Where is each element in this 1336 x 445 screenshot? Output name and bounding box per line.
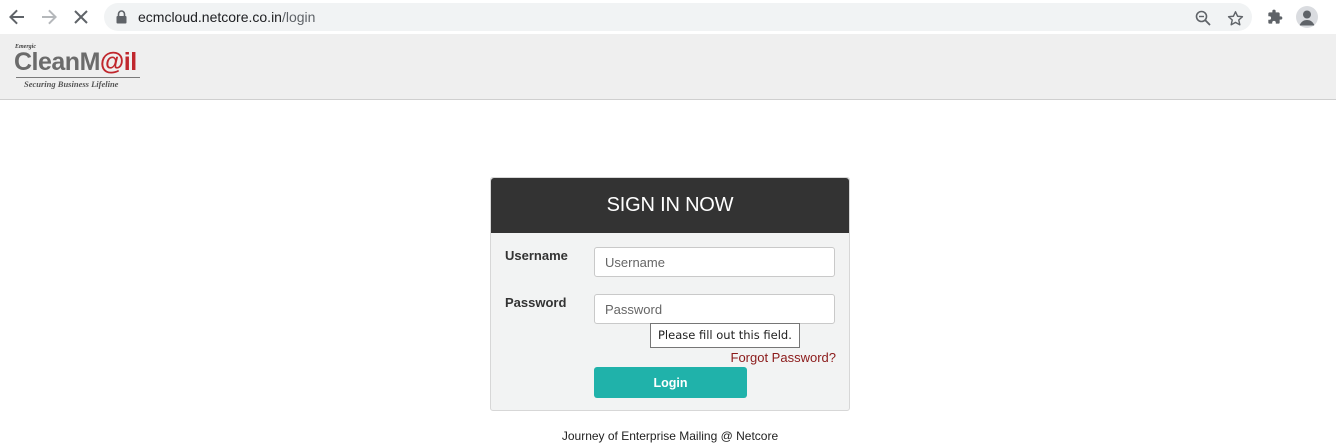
- password-label: Password: [505, 295, 567, 310]
- url-text[interactable]: ecmcloud.netcore.co.in/login: [138, 9, 315, 25]
- url-path: /login: [281, 9, 316, 25]
- profile-avatar-icon[interactable]: [1296, 6, 1318, 28]
- stop-loading-icon[interactable]: [69, 5, 93, 29]
- validation-tooltip: Please fill out this field.: [650, 323, 800, 348]
- footer-tagline: Journey of Enterprise Mailing @ Netcore: [561, 429, 779, 443]
- address-bar[interactable]: ecmcloud.netcore.co.in/login: [104, 3, 1252, 31]
- login-title: SIGN IN NOW: [491, 178, 849, 233]
- logo-text: CleanM: [14, 48, 100, 76]
- bookmark-star-icon[interactable]: [1225, 8, 1245, 28]
- password-input[interactable]: [594, 294, 835, 324]
- extensions-puzzle-icon[interactable]: [1264, 6, 1286, 28]
- back-arrow-icon[interactable]: [5, 5, 29, 29]
- lock-icon[interactable]: [116, 10, 127, 29]
- username-input[interactable]: [594, 247, 835, 277]
- logo-underline: [16, 77, 140, 78]
- logo-wordmark: CleanM@il: [14, 48, 137, 77]
- zoom-icon[interactable]: [1193, 8, 1213, 28]
- forgot-password-link[interactable]: Forgot Password?: [731, 350, 837, 365]
- site-header: Emergic CleanM@il Securing Business Life…: [0, 34, 1336, 100]
- login-button[interactable]: Login: [594, 367, 747, 398]
- logo-accent-text: @il: [99, 48, 137, 76]
- username-label: Username: [505, 248, 568, 263]
- url-host: ecmcloud.netcore.co.in: [138, 9, 282, 25]
- browser-toolbar: ecmcloud.netcore.co.in/login: [0, 0, 1336, 34]
- login-panel: SIGN IN NOW Username Password Please fil…: [490, 177, 850, 411]
- logo-tagline: Securing Business Lifeline: [24, 79, 119, 89]
- forward-arrow-icon[interactable]: [37, 5, 61, 29]
- cleanmail-logo[interactable]: Emergic CleanM@il Securing Business Life…: [14, 44, 144, 90]
